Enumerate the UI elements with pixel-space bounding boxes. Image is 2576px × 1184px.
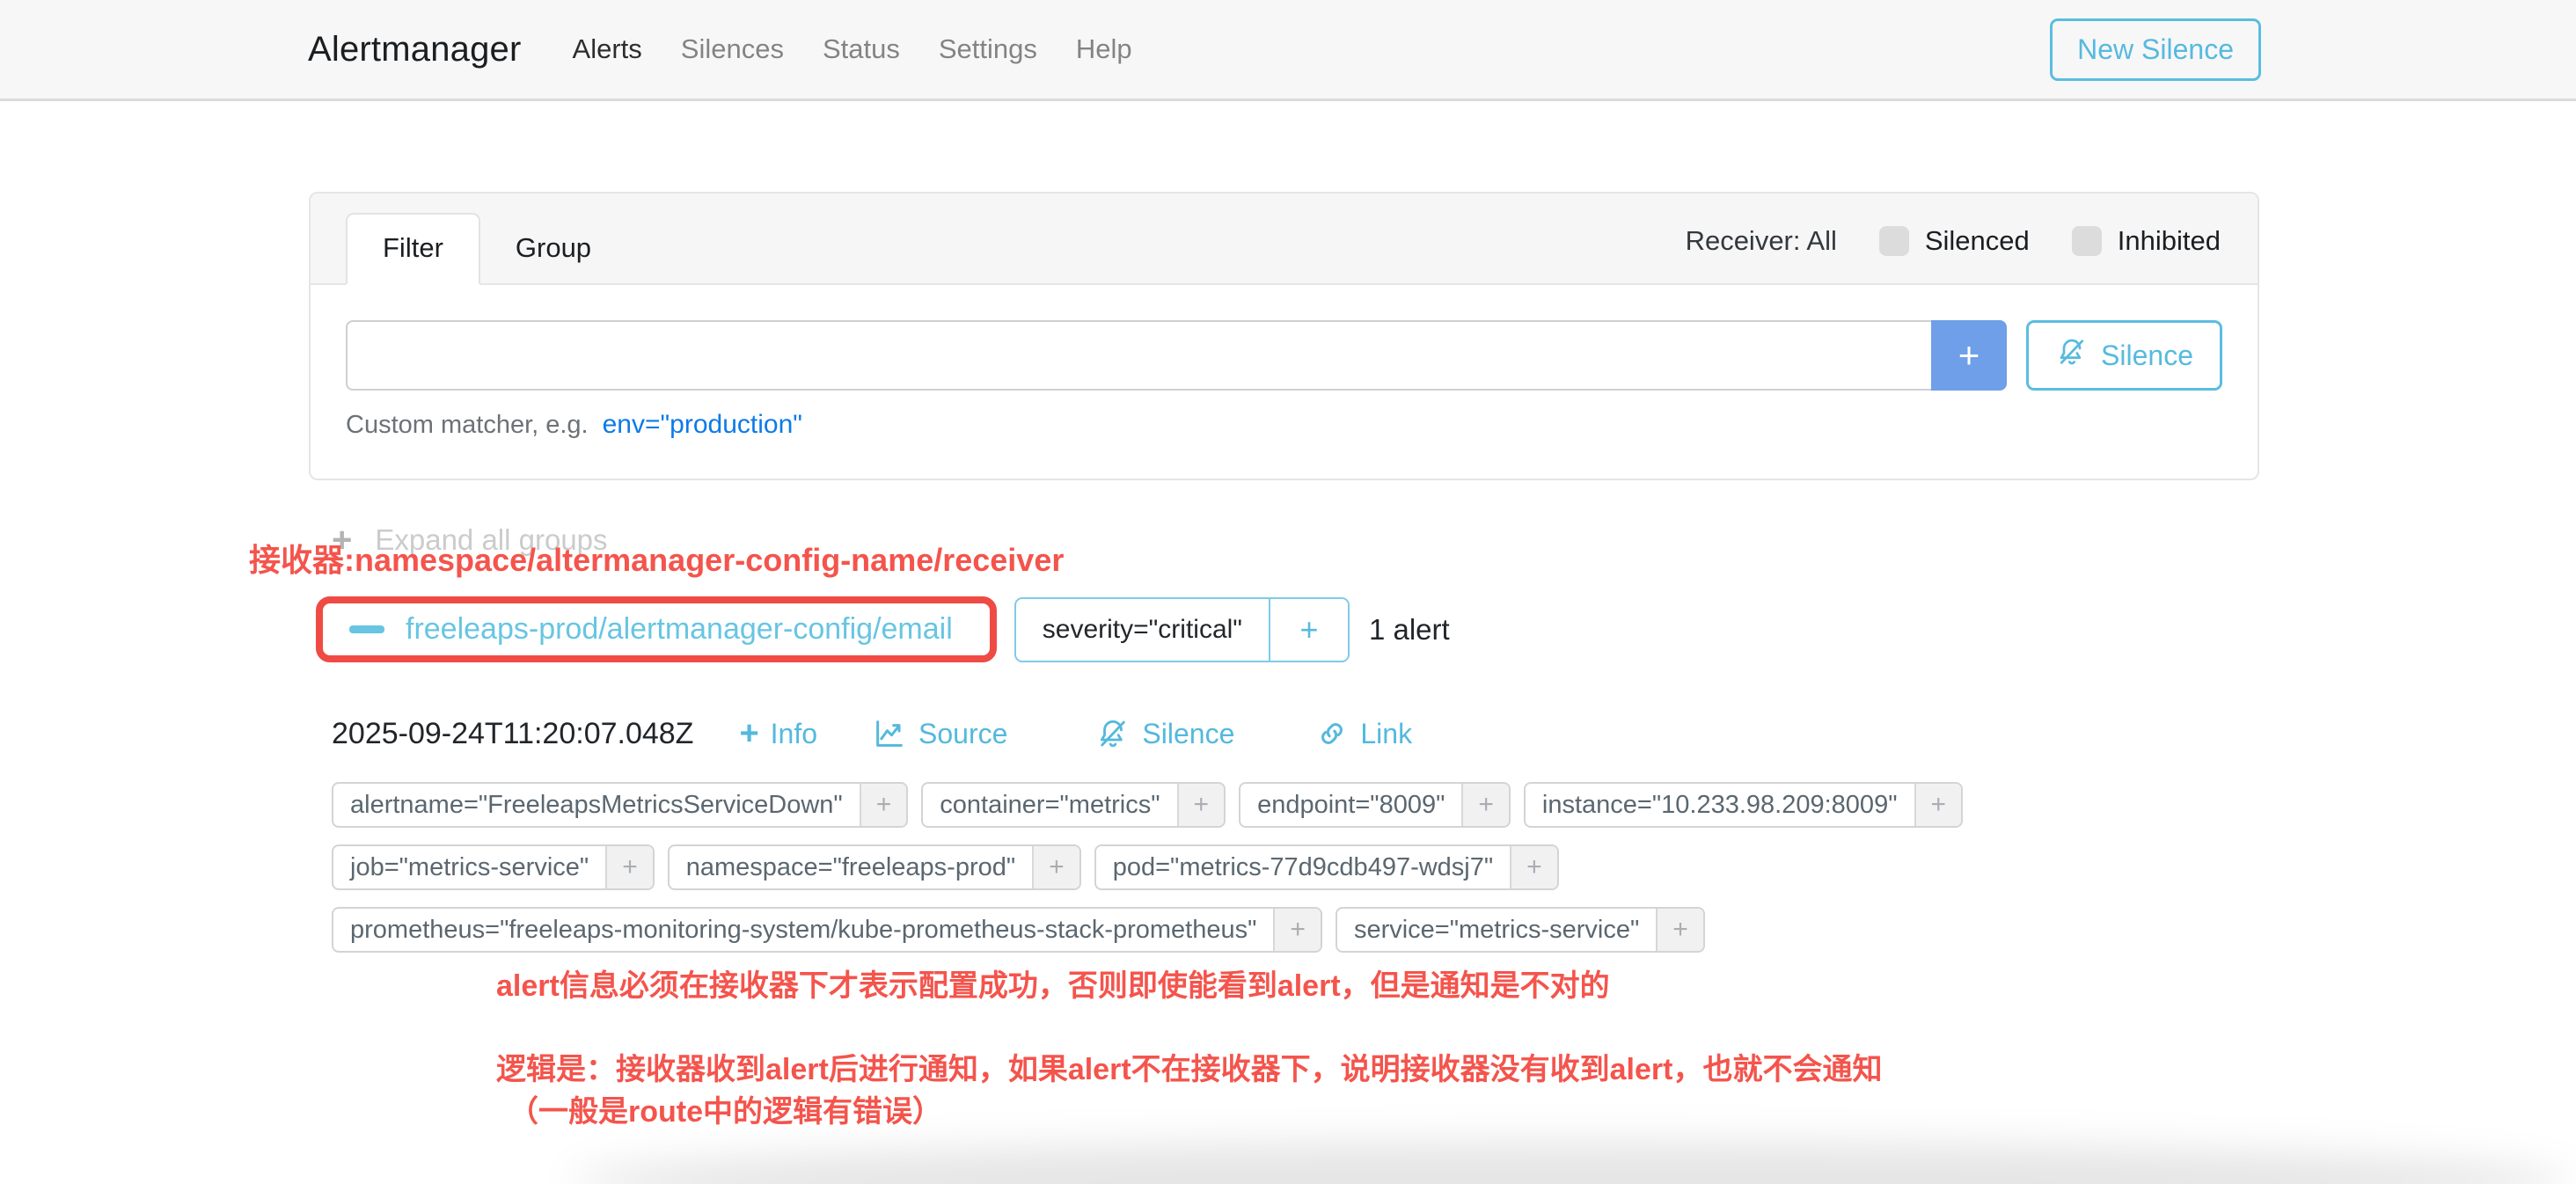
label-text: container="metrics" [923, 784, 1176, 826]
matcher-helper-text: Custom matcher, e.g. [346, 411, 589, 440]
label-tag-namespace: namespace="freeleaps-prod" + [668, 844, 1081, 890]
label-tag-service: service="metrics-service" + [1336, 907, 1705, 953]
matcher-example-link[interactable]: env="production" [603, 410, 802, 440]
label-tag-container: container="metrics" + [921, 782, 1226, 828]
alert-count-label: 1 alert [1369, 613, 1450, 647]
label-add-filter-button[interactable]: + [1032, 846, 1079, 888]
annotation-red-box: freeleaps-prod/alertmanager-config/email [316, 596, 997, 662]
matcher-helper-row: Custom matcher, e.g. env="production" [346, 410, 2222, 440]
app-brand[interactable]: Alertmanager [308, 30, 522, 69]
nav-item-alerts[interactable]: Alerts [573, 33, 642, 65]
add-matcher-button[interactable]: + [1931, 320, 2007, 391]
label-tag-instance: instance="10.233.98.209:8009" + [1524, 782, 1963, 828]
annotation-logic-note-line2: （一般是route中的逻辑有错误） [509, 1087, 942, 1130]
chart-line-icon [872, 716, 907, 751]
alert-actions-row: 2025-09-24T11:20:07.048Z + Info [332, 713, 2259, 754]
nav-item-settings[interactable]: Settings [939, 33, 1037, 65]
alert-labels: alertname="FreeleapsMetricsServiceDown" … [332, 782, 2282, 953]
info-plus-icon: + [739, 717, 758, 750]
alert-source-label: Source [918, 718, 1007, 750]
alert-link-label: Link [1360, 718, 1412, 750]
label-text: pod="metrics-77d9cdb497-wdsj7" [1096, 846, 1510, 888]
receiver-filter-label[interactable]: Receiver: All [1686, 225, 1837, 257]
label-text: namespace="freeleaps-prod" [670, 846, 1032, 888]
filter-panel: Filter Group Receiver: All Silenced Inhi… [309, 192, 2259, 480]
silenced-checkbox-group[interactable]: Silenced [1879, 225, 2030, 257]
label-add-filter-button[interactable]: + [1656, 909, 1703, 951]
nav-item-silences[interactable]: Silences [681, 33, 784, 65]
panel-header-controls: Receiver: All Silenced Inhibited [1686, 225, 2221, 271]
label-tag-pod: pod="metrics-77d9cdb497-wdsj7" + [1094, 844, 1559, 890]
bell-slash-icon [2055, 335, 2089, 376]
label-add-filter-button[interactable]: + [1177, 784, 1225, 826]
bell-slash-icon [1095, 716, 1131, 751]
label-text: endpoint="8009" [1240, 784, 1461, 826]
inhibited-checkbox-label: Inhibited [2118, 225, 2221, 257]
alert-groups-section: + Expand all groups freeleaps-prod/alert… [332, 524, 2259, 953]
filter-panel-header: Filter Group Receiver: All Silenced Inhi… [311, 194, 2258, 285]
nav-links: Alerts Silences Status Settings Help [573, 33, 1132, 65]
nav-item-status[interactable]: Status [823, 33, 900, 65]
inhibited-checkbox-group[interactable]: Inhibited [2072, 225, 2221, 257]
silenced-checkbox[interactable] [1879, 226, 1909, 256]
receiver-group-row: freeleaps-prod/alertmanager-config/email… [332, 596, 2259, 662]
label-tag-prometheus: prometheus="freeleaps-monitoring-system/… [332, 907, 1322, 953]
silence-button-label: Silence [2101, 340, 2193, 372]
label-text: prometheus="freeleaps-monitoring-system/… [333, 909, 1273, 951]
inhibited-checkbox[interactable] [2072, 226, 2102, 256]
group-matcher-add-button[interactable]: + [1270, 599, 1348, 661]
alert-detail-block: 2025-09-24T11:20:07.048Z + Info [332, 713, 2259, 953]
alert-silence-link[interactable]: Silence [1095, 716, 1234, 751]
silence-from-filter-button[interactable]: Silence [2026, 320, 2222, 391]
new-silence-button[interactable]: New Silence [2050, 18, 2261, 81]
alert-source-link[interactable]: Source [872, 716, 1007, 751]
label-add-filter-button[interactable]: + [1273, 909, 1321, 951]
alert-timestamp: 2025-09-24T11:20:07.048Z [332, 717, 693, 751]
alertmanager-page: Alertmanager Alerts Silences Status Sett… [0, 0, 2576, 1184]
label-text: service="metrics-service" [1337, 909, 1656, 951]
annotation-receiver-note: 接收器:namespace/altermanager-config-name/r… [249, 535, 1064, 581]
tab-filter[interactable]: Filter [346, 213, 480, 285]
label-tag-endpoint: endpoint="8009" + [1239, 782, 1511, 828]
chain-link-icon [1315, 717, 1349, 750]
tab-group[interactable]: Group [480, 215, 626, 283]
label-add-filter-button[interactable]: + [605, 846, 653, 888]
bottom-shadow [572, 1142, 2569, 1184]
alert-info-link[interactable]: + Info [739, 717, 817, 750]
filter-panel-body: + Silence Custom matcher, e.g. [311, 285, 2258, 479]
alert-permalink[interactable]: Link [1315, 717, 1412, 750]
group-matcher-label[interactable]: severity="critical" [1016, 599, 1270, 661]
group-matcher-chip: severity="critical" + [1014, 597, 1350, 662]
label-tag-alertname: alertname="FreeleapsMetricsServiceDown" … [332, 782, 908, 828]
label-add-filter-button[interactable]: + [1510, 846, 1557, 888]
label-text: alertname="FreeleapsMetricsServiceDown" [333, 784, 860, 826]
silenced-checkbox-label: Silenced [1925, 225, 2030, 257]
label-add-filter-button[interactable]: + [1914, 784, 1962, 826]
navbar: Alertmanager Alerts Silences Status Sett… [0, 0, 2576, 101]
nav-item-help[interactable]: Help [1076, 33, 1132, 65]
matcher-input-row: + Silence [346, 320, 2222, 391]
annotation-alert-note: alert信息必须在接收器下才表示配置成功，否则即使能看到alert，但是通知是… [496, 961, 1610, 1005]
label-tag-job: job="metrics-service" + [332, 844, 655, 890]
label-text: job="metrics-service" [333, 846, 605, 888]
label-add-filter-button[interactable]: + [860, 784, 907, 826]
label-add-filter-button[interactable]: + [1461, 784, 1509, 826]
matcher-input[interactable] [346, 320, 1931, 391]
receiver-group-link[interactable]: freeleaps-prod/alertmanager-config/email [406, 612, 953, 647]
alert-info-label: Info [771, 718, 817, 750]
alert-silence-label: Silence [1142, 718, 1234, 750]
collapse-minus-icon [349, 625, 384, 633]
annotation-logic-note-line1: 逻辑是：接收器收到alert后进行通知，如果alert不在接收器下，说明接收器没… [496, 1045, 1882, 1088]
label-text: instance="10.233.98.209:8009" [1526, 784, 1914, 826]
